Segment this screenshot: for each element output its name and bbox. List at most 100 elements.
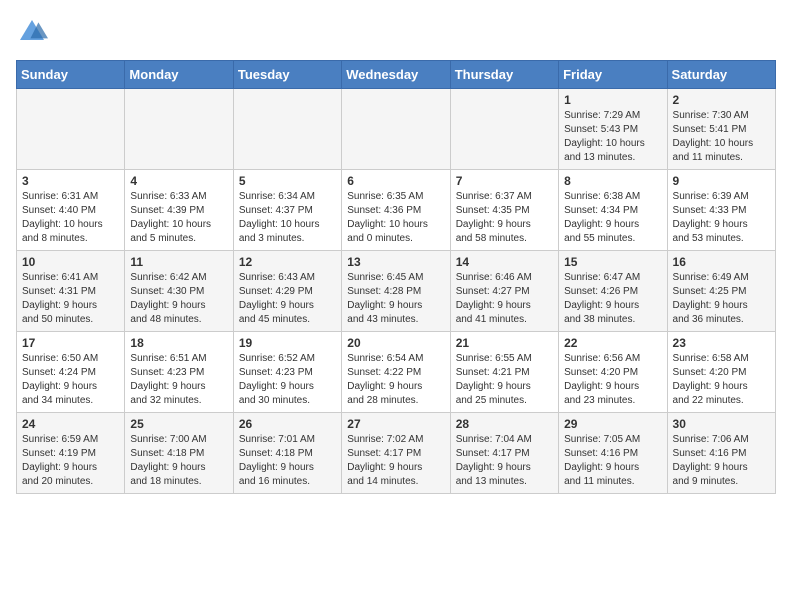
day-number: 23 [673, 336, 770, 350]
day-info: Sunrise: 7:04 AM Sunset: 4:17 PM Dayligh… [456, 433, 553, 489]
day-info: Sunrise: 6:58 AM Sunset: 4:20 PM Dayligh… [673, 352, 770, 408]
calendar-cell: 3 Sunrise: 6:31 AM Sunset: 4:40 PM Daylig… [17, 170, 125, 251]
calendar-header-row: SundayMondayTuesdayWednesdayThursdayFrid… [17, 61, 776, 89]
day-info: Sunrise: 6:49 AM Sunset: 4:25 PM Dayligh… [673, 271, 770, 327]
day-number: 24 [22, 417, 119, 431]
calendar-cell: 11 Sunrise: 6:42 AM Sunset: 4:30 PM Dayli… [125, 251, 233, 332]
header-sunday: Sunday [17, 61, 125, 89]
calendar-cell: 18 Sunrise: 6:51 AM Sunset: 4:23 PM Dayli… [125, 332, 233, 413]
calendar-cell: 16Sunrise: 6:49 AM Sunset: 4:25 PM Dayli… [667, 251, 775, 332]
calendar-cell: 29 Sunrise: 7:05 AM Sunset: 4:16 PM Dayli… [559, 413, 667, 494]
day-number: 12 [239, 255, 336, 269]
day-info: Sunrise: 6:42 AM Sunset: 4:30 PM Dayligh… [130, 271, 227, 327]
day-info: Sunrise: 6:34 AM Sunset: 4:37 PM Dayligh… [239, 190, 336, 246]
calendar-cell: 6 Sunrise: 6:35 AM Sunset: 4:36 PM Daylig… [342, 170, 450, 251]
day-info: Sunrise: 6:56 AM Sunset: 4:20 PM Dayligh… [564, 352, 661, 408]
calendar-cell: 23 Sunrise: 6:58 AM Sunset: 4:20 PM Dayli… [667, 332, 775, 413]
calendar-week-0: 1 Sunrise: 7:29 AM Sunset: 5:43 PM Daylig… [17, 89, 776, 170]
header-saturday: Saturday [667, 61, 775, 89]
calendar-cell: 1 Sunrise: 7:29 AM Sunset: 5:43 PM Daylig… [559, 89, 667, 170]
day-info: Sunrise: 7:05 AM Sunset: 4:16 PM Dayligh… [564, 433, 661, 489]
calendar-cell: 19 Sunrise: 6:52 AM Sunset: 4:23 PM Dayli… [233, 332, 341, 413]
day-info: Sunrise: 6:38 AM Sunset: 4:34 PM Dayligh… [564, 190, 661, 246]
day-number: 29 [564, 417, 661, 431]
day-number: 2 [673, 93, 770, 107]
calendar-cell: 30 Sunrise: 7:06 AM Sunset: 4:16 PM Dayli… [667, 413, 775, 494]
day-info: Sunrise: 6:47 AM Sunset: 4:26 PM Dayligh… [564, 271, 661, 327]
day-info: Sunrise: 6:41 AM Sunset: 4:31 PM Dayligh… [22, 271, 119, 327]
day-number: 25 [130, 417, 227, 431]
header-friday: Friday [559, 61, 667, 89]
calendar-cell: 2 Sunrise: 7:30 AM Sunset: 5:41 PM Daylig… [667, 89, 775, 170]
calendar-cell: 27 Sunrise: 7:02 AM Sunset: 4:17 PM Dayli… [342, 413, 450, 494]
day-number: 4 [130, 174, 227, 188]
calendar-cell: 22 Sunrise: 6:56 AM Sunset: 4:20 PM Dayli… [559, 332, 667, 413]
calendar-cell: 20Sunrise: 6:54 AM Sunset: 4:22 PM Dayli… [342, 332, 450, 413]
day-info: Sunrise: 7:00 AM Sunset: 4:18 PM Dayligh… [130, 433, 227, 489]
day-number: 19 [239, 336, 336, 350]
calendar-cell: 13 Sunrise: 6:45 AM Sunset: 4:28 PM Dayli… [342, 251, 450, 332]
calendar-cell: 14 Sunrise: 6:46 AM Sunset: 4:27 PM Dayli… [450, 251, 558, 332]
day-number: 14 [456, 255, 553, 269]
calendar-cell [233, 89, 341, 170]
header-monday: Monday [125, 61, 233, 89]
calendar-cell: 28Sunrise: 7:04 AM Sunset: 4:17 PM Dayli… [450, 413, 558, 494]
page-header [16, 16, 776, 48]
day-number: 10 [22, 255, 119, 269]
day-info: Sunrise: 6:50 AM Sunset: 4:24 PM Dayligh… [22, 352, 119, 408]
day-number: 9 [673, 174, 770, 188]
calendar-cell [450, 89, 558, 170]
day-info: Sunrise: 7:06 AM Sunset: 4:16 PM Dayligh… [673, 433, 770, 489]
calendar-cell: 15Sunrise: 6:47 AM Sunset: 4:26 PM Dayli… [559, 251, 667, 332]
day-info: Sunrise: 6:51 AM Sunset: 4:23 PM Dayligh… [130, 352, 227, 408]
header-tuesday: Tuesday [233, 61, 341, 89]
calendar-cell: 24 Sunrise: 6:59 AM Sunset: 4:19 PM Dayli… [17, 413, 125, 494]
day-number: 6 [347, 174, 444, 188]
calendar-cell: 7Sunrise: 6:37 AM Sunset: 4:35 PM Daylig… [450, 170, 558, 251]
day-info: Sunrise: 6:31 AM Sunset: 4:40 PM Dayligh… [22, 190, 119, 246]
day-info: Sunrise: 6:52 AM Sunset: 4:23 PM Dayligh… [239, 352, 336, 408]
day-number: 22 [564, 336, 661, 350]
day-info: Sunrise: 7:30 AM Sunset: 5:41 PM Dayligh… [673, 109, 770, 165]
calendar-cell: 26 Sunrise: 7:01 AM Sunset: 4:18 PM Dayli… [233, 413, 341, 494]
day-number: 13 [347, 255, 444, 269]
day-number: 5 [239, 174, 336, 188]
calendar-cell: 25 Sunrise: 7:00 AM Sunset: 4:18 PM Dayli… [125, 413, 233, 494]
day-number: 26 [239, 417, 336, 431]
calendar-cell: 17 Sunrise: 6:50 AM Sunset: 4:24 PM Dayli… [17, 332, 125, 413]
calendar-week-2: 10 Sunrise: 6:41 AM Sunset: 4:31 PM Dayli… [17, 251, 776, 332]
day-info: Sunrise: 6:59 AM Sunset: 4:19 PM Dayligh… [22, 433, 119, 489]
day-number: 11 [130, 255, 227, 269]
day-info: Sunrise: 6:39 AM Sunset: 4:33 PM Dayligh… [673, 190, 770, 246]
calendar-cell: 21 Sunrise: 6:55 AM Sunset: 4:21 PM Dayli… [450, 332, 558, 413]
header-thursday: Thursday [450, 61, 558, 89]
day-number: 17 [22, 336, 119, 350]
day-info: Sunrise: 6:45 AM Sunset: 4:28 PM Dayligh… [347, 271, 444, 327]
day-number: 7 [456, 174, 553, 188]
day-number: 8 [564, 174, 661, 188]
calendar-week-1: 3 Sunrise: 6:31 AM Sunset: 4:40 PM Daylig… [17, 170, 776, 251]
calendar-cell: 10 Sunrise: 6:41 AM Sunset: 4:31 PM Dayli… [17, 251, 125, 332]
day-number: 18 [130, 336, 227, 350]
calendar-cell [125, 89, 233, 170]
day-info: Sunrise: 7:29 AM Sunset: 5:43 PM Dayligh… [564, 109, 661, 165]
logo [16, 16, 52, 48]
calendar-cell: 9 Sunrise: 6:39 AM Sunset: 4:33 PM Daylig… [667, 170, 775, 251]
logo-icon [16, 16, 48, 48]
calendar-cell [17, 89, 125, 170]
day-info: Sunrise: 6:55 AM Sunset: 4:21 PM Dayligh… [456, 352, 553, 408]
day-info: Sunrise: 6:46 AM Sunset: 4:27 PM Dayligh… [456, 271, 553, 327]
day-number: 1 [564, 93, 661, 107]
calendar-cell: 5 Sunrise: 6:34 AM Sunset: 4:37 PM Daylig… [233, 170, 341, 251]
day-number: 3 [22, 174, 119, 188]
day-info: Sunrise: 7:02 AM Sunset: 4:17 PM Dayligh… [347, 433, 444, 489]
header-wednesday: Wednesday [342, 61, 450, 89]
day-number: 21 [456, 336, 553, 350]
day-info: Sunrise: 6:35 AM Sunset: 4:36 PM Dayligh… [347, 190, 444, 246]
calendar-week-4: 24 Sunrise: 6:59 AM Sunset: 4:19 PM Dayli… [17, 413, 776, 494]
day-number: 30 [673, 417, 770, 431]
day-info: Sunrise: 7:01 AM Sunset: 4:18 PM Dayligh… [239, 433, 336, 489]
day-info: Sunrise: 6:54 AM Sunset: 4:22 PM Dayligh… [347, 352, 444, 408]
day-number: 27 [347, 417, 444, 431]
calendar-week-3: 17 Sunrise: 6:50 AM Sunset: 4:24 PM Dayli… [17, 332, 776, 413]
